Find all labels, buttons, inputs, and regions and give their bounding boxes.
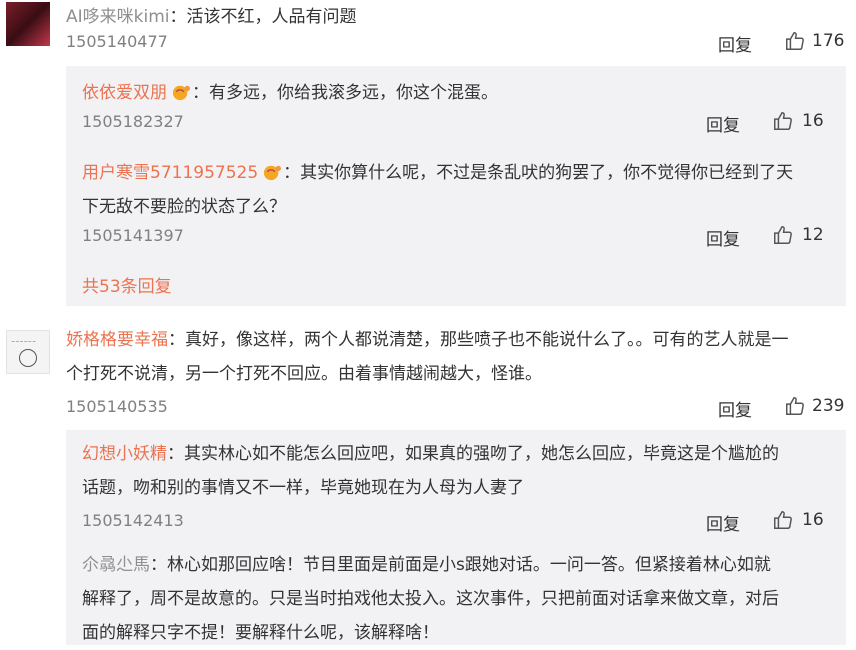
reply-text: ：林心如那回应啥！节目里面是前面是小s跟她对话。一问一答。但紧接着林心如就 <box>150 555 771 575</box>
timestamp: 1505140477 <box>66 32 168 51</box>
reply-button[interactable]: 回复 <box>706 111 740 136</box>
vip-badge-icon <box>172 85 190 101</box>
timestamp: 1505140535 <box>66 397 168 416</box>
reply-list: 依依爱双朋 ：有多远，你给我滚多远，你这个混蛋。 1505182327 回复 16… <box>66 66 846 306</box>
thumbs-up-icon <box>774 112 792 130</box>
comment-content: AI哆来咪kimi：活该不红，人品有问题 <box>66 0 357 34</box>
reply-button[interactable]: 回复 <box>706 225 740 250</box>
reply-item: 用户寒雪5711957525 ：其实你算什么呢，不过是条乱吠的狗罢了，你不觉得你已… <box>82 156 842 224</box>
reply-text: ：其实林心如不能怎么回应吧，如果真的强吻了，她怎么回应，毕竟这是个尴尬的 <box>167 444 779 464</box>
username-link[interactable]: AI哆来咪kimi <box>66 7 170 27</box>
username-link[interactable]: 幻想小妖精 <box>82 444 167 464</box>
comment-text-continued: 个打死不说清，另一个打死不回应。由着事情越闹越大，怪谁。 <box>66 364 542 384</box>
reply-text: ：其实你算什么呢，不过是条乱吠的狗罢了，你不觉得你已经到了天 <box>283 163 794 183</box>
reply-button[interactable]: 回复 <box>706 510 740 535</box>
reply-item: 依依爱双朋 ：有多远，你给我滚多远，你这个混蛋。 <box>82 76 498 110</box>
reply-list: 幻想小妖精：其实林心如不能怎么回应吧，如果真的强吻了，她怎么回应，毕竟这是个尴尬… <box>66 430 846 645</box>
thumbs-up-icon <box>774 511 792 529</box>
avatar[interactable]: ∽∽∽∽∽∽ <box>6 330 50 374</box>
like-count: 12 <box>802 225 824 245</box>
username-link[interactable]: 依依爱双朋 <box>82 83 167 103</box>
more-replies-link[interactable]: 共53条回复 <box>82 272 172 297</box>
reply-text: ：有多远，你给我滚多远，你这个混蛋。 <box>192 83 498 103</box>
username-link[interactable]: 用户寒雪5711957525 <box>82 163 258 183</box>
timestamp: 1505141397 <box>82 226 184 245</box>
like-button[interactable]: 12 <box>772 224 824 246</box>
vip-badge-icon <box>264 165 282 181</box>
like-button[interactable]: 176 <box>784 30 844 52</box>
reply-text-continued: 解释了，周不是故意的。只是当时拍戏他太投入。这次事件，只把前面对话拿来做文章，对… <box>82 589 779 609</box>
reply-button[interactable]: 回复 <box>718 396 752 421</box>
like-count: 16 <box>802 111 824 131</box>
reply-button[interactable]: 回复 <box>718 31 752 56</box>
comment-text: ：真好，像这样，两个人都说清楚，那些喷子也不能说什么了。。可有的艺人就是一 <box>168 330 789 350</box>
reply-text-continued: 话题，吻和别的事情又不一样，毕竟她现在为人母为人妻了 <box>82 478 524 498</box>
thumbs-up-icon <box>774 226 792 244</box>
like-count: 16 <box>802 510 824 530</box>
username-link[interactable]: 娇格格要幸福 <box>66 330 168 350</box>
like-button[interactable]: 239 <box>784 395 844 417</box>
avatar-scribble: ∽∽∽∽∽∽ <box>11 339 37 345</box>
thumbs-up-icon <box>786 32 804 50</box>
reply-text-continued: 下无敌不要脸的状态了么？ <box>82 197 286 217</box>
timestamp: 1505182327 <box>82 112 184 131</box>
avatar-face <box>19 349 37 367</box>
username-link[interactable]: 尒骉尐馬 <box>82 555 150 575</box>
thumbs-up-icon <box>786 397 804 415</box>
reply-item: 尒骉尐馬：林心如那回应啥！节目里面是前面是小s跟她对话。一问一答。但紧接着林心如… <box>82 548 842 650</box>
like-button[interactable]: 16 <box>772 110 824 132</box>
comment-content: 娇格格要幸福：真好，像这样，两个人都说清楚，那些喷子也不能说什么了。。可有的艺人… <box>66 323 846 391</box>
like-count: 239 <box>812 396 845 416</box>
avatar[interactable] <box>6 2 50 46</box>
like-count: 176 <box>812 31 845 51</box>
comment-text: ：活该不红，人品有问题 <box>169 7 357 27</box>
timestamp: 1505142413 <box>82 511 184 530</box>
reply-item: 幻想小妖精：其实林心如不能怎么回应吧，如果真的强吻了，她怎么回应，毕竟这是个尴尬… <box>82 437 842 505</box>
like-button[interactable]: 16 <box>772 509 824 531</box>
